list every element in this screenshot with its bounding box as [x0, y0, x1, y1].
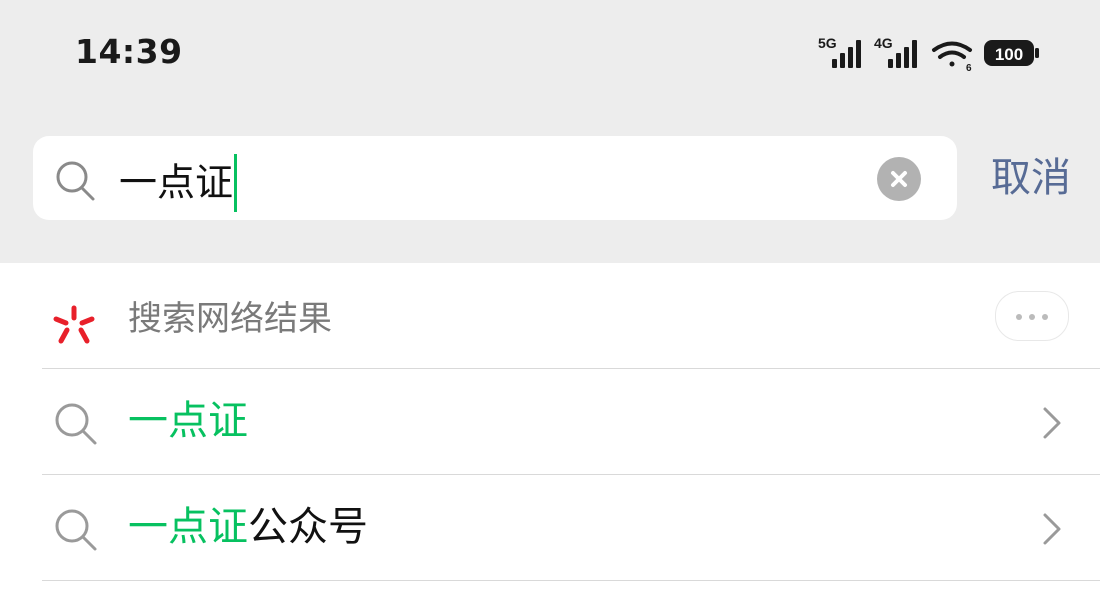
clear-button[interactable] — [877, 157, 921, 201]
cancel-button[interactable]: 取消 — [991, 153, 1071, 203]
suggestion-text: 一点证 — [128, 396, 248, 446]
clear-icon — [891, 171, 907, 187]
web-search-logo-icon — [53, 305, 95, 344]
search-input[interactable]: 一点证 — [119, 154, 238, 214]
search-icon — [55, 403, 97, 445]
search-input-box[interactable]: 一点证 — [33, 136, 957, 220]
svg-text:6: 6 — [966, 63, 972, 74]
divider — [42, 580, 1100, 581]
wifi-icon — [932, 41, 972, 67]
network-5g-label: 5G — [818, 35, 837, 51]
more-options-button[interactable] — [995, 291, 1069, 341]
chevron-right-icon — [1043, 513, 1061, 545]
status-time: 14:39 — [75, 32, 183, 71]
search-icon — [56, 161, 95, 201]
web-search-label: 搜索网络结果 — [128, 299, 332, 339]
search-icon — [55, 509, 97, 551]
search-query: 一点证 — [119, 160, 234, 205]
suggestion-highlight: 一点证 — [128, 398, 248, 444]
network-4g-label: 4G — [874, 35, 893, 51]
more-dot-icon — [1016, 314, 1022, 320]
more-dot-icon — [1029, 314, 1035, 320]
chevron-right-icon — [1043, 407, 1061, 439]
web-search-row[interactable]: 搜索网络结果 — [0, 263, 1100, 368]
suggestion-rest: 公众号 — [248, 504, 368, 550]
status-icons: 5G 4G 6 100 — [818, 35, 1039, 74]
battery-icon: 100 — [984, 40, 1039, 66]
suggestion-row[interactable]: 一点证 — [0, 368, 1100, 474]
battery-level: 100 — [995, 45, 1023, 64]
suggestion-row[interactable]: 一点证公众号 — [0, 474, 1100, 580]
text-caret — [234, 154, 238, 212]
more-dot-icon — [1042, 314, 1048, 320]
suggestion-highlight: 一点证 — [128, 504, 248, 550]
suggestion-text: 一点证公众号 — [128, 502, 368, 552]
